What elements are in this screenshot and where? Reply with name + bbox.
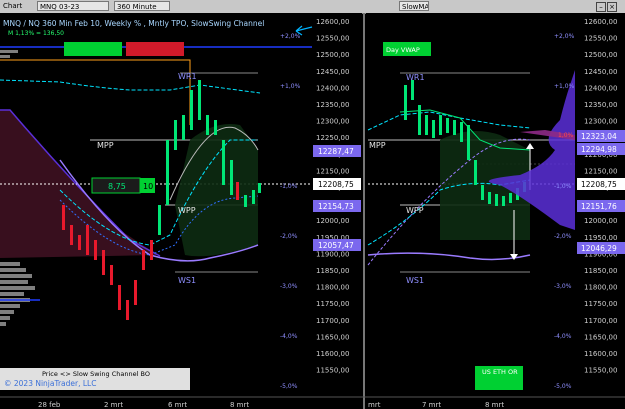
left-price-tick-17: 11750,00: [316, 300, 349, 308]
us-eth-or-label: US ETH OR: [482, 368, 518, 376]
left-mpp-label: MPP: [97, 141, 114, 150]
left-price-tick-18: 11700,00: [316, 317, 349, 325]
svg-text:12208,75: 12208,75: [581, 180, 617, 189]
left-price-tick-16: 11800,00: [316, 284, 349, 292]
right-price-tick-0: 12600,00: [584, 18, 617, 26]
right-wpp-label: WPP: [406, 206, 424, 215]
right-price-tick-1: 12550,00: [584, 35, 617, 43]
toolbar: Chart MNQ 03-23 360 Minute SlowMA – ×: [0, 0, 625, 14]
svg-text:12323,04: 12323,04: [581, 132, 617, 141]
left-price-tick-20: 11600,00: [316, 350, 349, 358]
right-price-tick-18: 11700,00: [584, 317, 617, 325]
left-price-tick-14: 11900,00: [316, 250, 349, 258]
left-price-tick-2: 12500,00: [316, 51, 349, 59]
svg-text:-1,0%: -1,0%: [280, 183, 298, 190]
position-box-count: 10: [143, 182, 153, 191]
right-price-tick-21: 11550,00: [584, 367, 617, 375]
right-chart-tab[interactable]: SlowMA: [399, 1, 429, 11]
svg-text:-3,0%: -3,0%: [280, 283, 298, 290]
svg-text:12294,98: 12294,98: [581, 145, 617, 154]
svg-text:2 mrt: 2 mrt: [104, 401, 123, 409]
right-price-tick-20: 11600,00: [584, 350, 617, 358]
left-chart-title: MNQ / NQ 360 Min Feb 10, Weekly % , Mntl…: [3, 19, 264, 28]
svg-text:7 mrt: 7 mrt: [422, 401, 441, 409]
svg-text:12046,29: 12046,29: [581, 244, 617, 253]
right-price-tick-17: 11750,00: [584, 300, 617, 308]
right-price-tick-12: 12000,00: [584, 217, 617, 225]
left-price-tick-7: 12250,00: [316, 134, 349, 142]
minimize-icon[interactable]: –: [596, 2, 606, 12]
right-price-tick-6: 12300,00: [584, 118, 617, 126]
svg-text:28 feb: 28 feb: [38, 401, 61, 409]
right-price-tick-4: 12400,00: [584, 84, 617, 92]
svg-text:12057,47: 12057,47: [318, 241, 354, 250]
left-price-tick-4: 12400,00: [316, 84, 349, 92]
svg-text:-2,0%: -2,0%: [554, 233, 572, 240]
svg-text:+1,0%: +1,0%: [554, 83, 575, 90]
interval-selector[interactable]: 360 Minute: [114, 1, 170, 11]
right-price-tick-19: 11650,00: [584, 333, 617, 341]
right-ws1-label: WS1: [406, 276, 424, 285]
right-mpp-label: MPP: [369, 141, 386, 150]
svg-text:12151,76: 12151,76: [581, 202, 617, 211]
svg-text:12287,47: 12287,47: [318, 147, 354, 156]
left-wr1-label: WR1: [178, 72, 197, 81]
left-price-tick-0: 12600,00: [316, 18, 349, 26]
svg-text:-5,0%: -5,0%: [554, 383, 572, 390]
right-price-tick-9: 12150,00: [584, 167, 617, 175]
right-wr1-label: WR1: [406, 73, 425, 82]
left-price-tick-15: 11850,00: [316, 267, 349, 275]
svg-text:-1,0%: -1,0%: [554, 183, 572, 190]
copyright-text: © 2023 NinjaTrader, LLC: [4, 379, 96, 388]
right-price-tick-5: 12350,00: [584, 101, 617, 109]
close-icon[interactable]: ×: [607, 2, 617, 12]
svg-text:6 mrt: 6 mrt: [168, 401, 187, 409]
right-price-tick-15: 11850,00: [584, 267, 617, 275]
left-price-tick-6: 12300,00: [316, 118, 349, 126]
svg-text:8 mrt: 8 mrt: [485, 401, 504, 409]
svg-text:-3,0%: -3,0%: [554, 283, 572, 290]
left-price-tick-12: 12000,00: [316, 217, 349, 225]
left-green-button[interactable]: [64, 42, 122, 56]
day-vwap-label: Day VWAP: [386, 46, 420, 54]
left-price-tick-3: 12450,00: [316, 68, 349, 76]
right-price-tick-16: 11800,00: [584, 284, 617, 292]
right-red-level: 1,0%: [558, 132, 574, 139]
left-price-tick-9: 12150,00: [316, 167, 349, 175]
svg-text:+1,0%: +1,0%: [280, 83, 301, 90]
left-price-tick-21: 11550,00: [316, 367, 349, 375]
left-price-tick-1: 12550,00: [316, 35, 349, 43]
left-wpp-label: WPP: [178, 206, 196, 215]
instrument-selector[interactable]: MNQ 03-23: [37, 1, 109, 11]
svg-text:-2,0%: -2,0%: [280, 233, 298, 240]
left-red-button[interactable]: [126, 42, 184, 56]
chart-area[interactable]: MNQ / NQ 360 Min Feb 10, Weekly % , Mntl…: [0, 13, 625, 409]
svg-text:+2,0%: +2,0%: [554, 33, 575, 40]
svg-text:-5,0%: -5,0%: [280, 383, 298, 390]
right-price-tick-3: 12450,00: [584, 68, 617, 76]
right-price-tick-13: 11950,00: [584, 234, 617, 242]
svg-text:8 mrt: 8 mrt: [230, 401, 249, 409]
left-time-axis[interactable]: 28 feb 2 mrt 6 mrt 8 mrt: [38, 401, 249, 409]
left-price-tick-5: 12350,00: [316, 101, 349, 109]
position-box-qty: 8,75: [108, 182, 126, 191]
left-price-tick-19: 11650,00: [316, 333, 349, 341]
svg-text:12154,73: 12154,73: [318, 202, 354, 211]
left-ws1-label: WS1: [178, 276, 196, 285]
chart-label: Chart: [3, 2, 23, 10]
svg-text:-4,0%: -4,0%: [280, 333, 298, 340]
left-footer-label: Price <> Slow Swing Channel BO: [42, 370, 150, 378]
svg-text:+2,0%: +2,0%: [280, 33, 301, 40]
svg-text:mrt: mrt: [368, 401, 381, 409]
svg-text:12208,75: 12208,75: [318, 180, 354, 189]
svg-text:-4,0%: -4,0%: [554, 333, 572, 340]
left-chart-subtitle: M 1,13% = 136,50: [8, 30, 64, 37]
right-price-tick-2: 12500,00: [584, 51, 617, 59]
right-time-axis[interactable]: mrt 7 mrt 8 mrt: [368, 401, 504, 409]
